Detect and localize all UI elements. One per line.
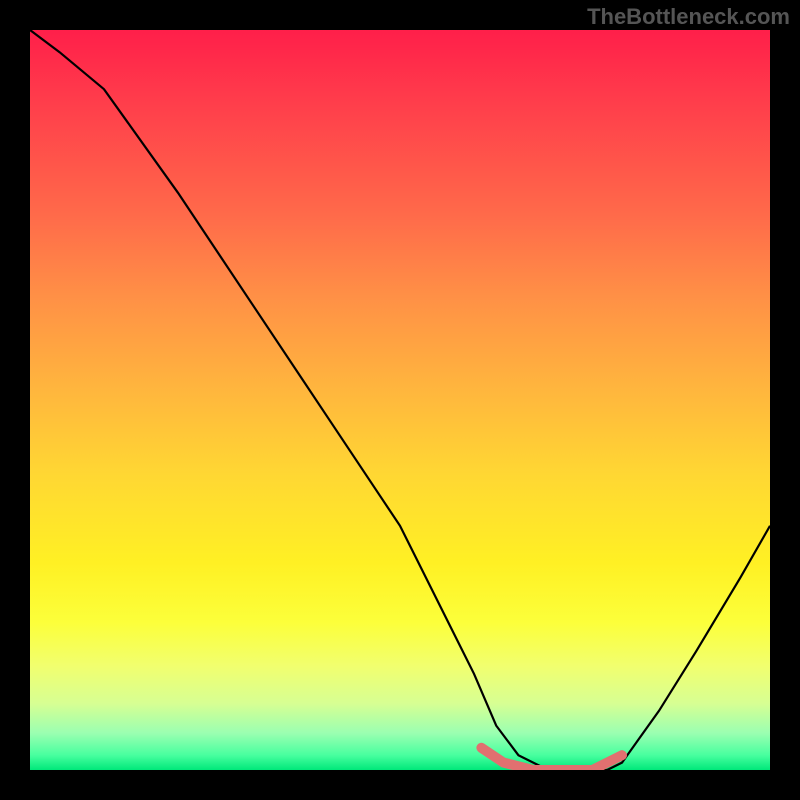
watermark-text: TheBottleneck.com xyxy=(587,4,790,30)
bottleneck-curve xyxy=(30,30,770,770)
curve-layer xyxy=(30,30,770,770)
bottom-band-marker xyxy=(481,748,622,770)
chart-container: TheBottleneck.com xyxy=(0,0,800,800)
plot-area xyxy=(30,30,770,770)
